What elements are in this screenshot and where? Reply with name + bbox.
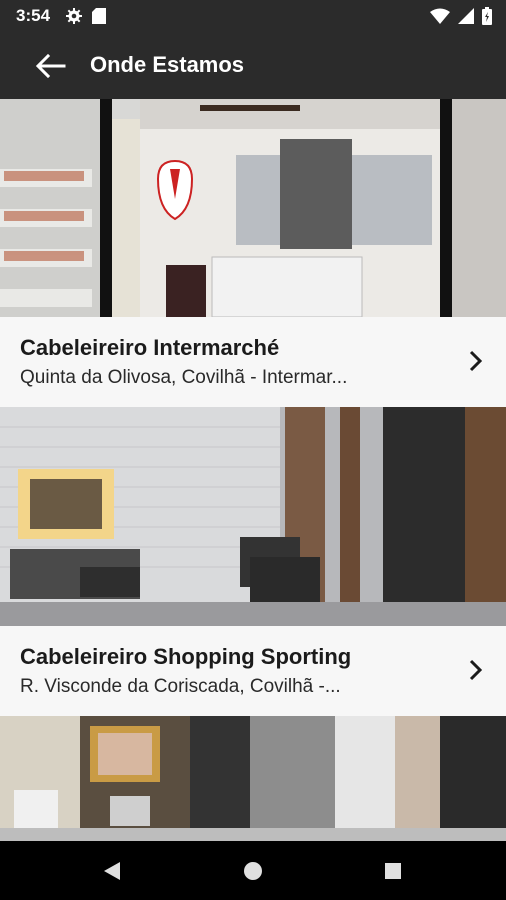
location-card-intermarche[interactable]: Cabeleireiro Intermarché Quinta da Olivo… [0, 99, 506, 407]
back-arrow-icon[interactable] [34, 52, 66, 80]
cell-signal-icon [458, 8, 474, 24]
recents-square-icon[interactable] [384, 862, 402, 880]
status-bar: 3:54 [0, 0, 506, 32]
location-photo [0, 407, 506, 626]
location-card-partial[interactable] [0, 716, 506, 841]
chevron-right-icon[interactable] [468, 658, 484, 682]
system-nav-bar [0, 841, 506, 900]
location-photo [0, 716, 506, 841]
chevron-right-icon[interactable] [468, 349, 484, 373]
location-photo [0, 99, 506, 317]
sd-card-icon [92, 8, 106, 24]
app-bar: Onde Estamos [0, 32, 506, 99]
status-time: 3:54 [16, 6, 51, 25]
location-address: R. Visconde da Coriscada, Covilhã -... [20, 676, 341, 697]
locations-list[interactable]: Cabeleireiro Intermarché Quinta da Olivo… [0, 99, 506, 841]
home-circle-icon[interactable] [243, 861, 263, 881]
location-info[interactable]: Cabeleireiro Shopping Sporting R. Viscon… [0, 626, 506, 716]
wifi-icon [430, 8, 450, 24]
location-name: Cabeleireiro Intermarché [20, 335, 280, 360]
gear-icon [66, 8, 82, 24]
location-name: Cabeleireiro Shopping Sporting [20, 644, 352, 669]
page-title: Onde Estamos [90, 52, 245, 77]
location-address: Quinta da Olivosa, Covilhã - Intermar... [20, 367, 348, 388]
battery-icon [482, 7, 492, 25]
back-triangle-icon[interactable] [103, 861, 121, 881]
location-info[interactable]: Cabeleireiro Intermarché Quinta da Olivo… [0, 317, 506, 407]
location-card-shopping-sporting[interactable]: Cabeleireiro Shopping Sporting R. Viscon… [0, 407, 506, 716]
